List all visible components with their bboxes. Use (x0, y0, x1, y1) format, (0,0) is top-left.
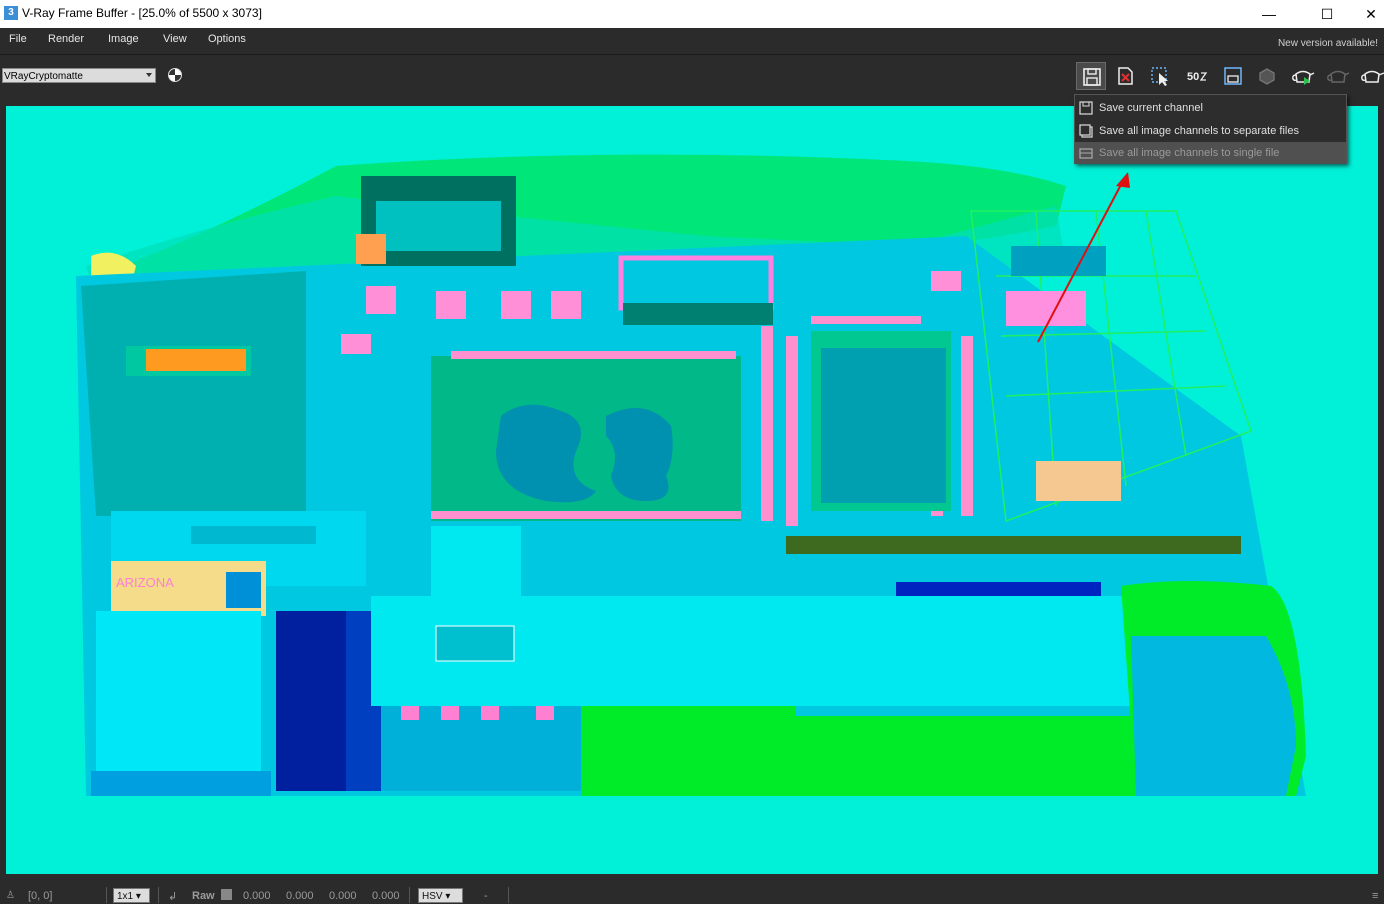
stop-render-button[interactable] (1322, 62, 1352, 90)
divider (409, 887, 410, 903)
lap-pool (821, 348, 946, 503)
olive-strip (786, 536, 1241, 554)
blue-value: 0.000 (329, 890, 357, 902)
divider (158, 887, 159, 903)
alpha-value: 0.000 (372, 890, 400, 902)
minimize-button[interactable]: — (1246, 0, 1292, 28)
save-current-channel-item[interactable]: Save current channel (1075, 97, 1346, 119)
orange-bench (146, 349, 246, 371)
menu-render[interactable]: Render (48, 33, 84, 45)
arizona-window (226, 572, 261, 608)
save-image-button[interactable] (1076, 62, 1106, 90)
kidney-pool-right (606, 408, 673, 501)
zoom-mode-select[interactable]: 1x1 ▾ (113, 888, 150, 903)
clear-image-icon (1118, 67, 1133, 85)
left-tower (96, 611, 261, 791)
channel-toggle-icon[interactable] (168, 68, 182, 82)
render-image: ARIZONA (76, 154, 1306, 796)
annotation-arrowhead (1116, 172, 1130, 188)
bar-kiosk (356, 234, 386, 264)
menu-image[interactable]: Image (108, 33, 139, 45)
track-mouse-icon (1151, 67, 1168, 86)
left-blue-wall (276, 611, 346, 791)
green-value: 0.000 (286, 890, 314, 902)
title-bar: 3 V-Ray Frame Buffer - [25.0% of 5500 x … (0, 0, 1384, 28)
color-swatch (221, 889, 232, 900)
track-mouse-button[interactable] (1145, 62, 1175, 90)
save-single-icon (1079, 101, 1093, 115)
arizona-sign-text: ARIZONA (116, 575, 174, 590)
save-combined-icon (1079, 148, 1093, 159)
entrance-sign (191, 526, 316, 544)
svg-text:50: 50 (1187, 71, 1199, 83)
hsv-readout: - (484, 890, 488, 902)
terrace-upper (431, 526, 521, 601)
menu-options[interactable]: Options (208, 33, 246, 45)
region-render-icon (1224, 67, 1242, 85)
last-render-button[interactable] (1356, 62, 1384, 90)
close-button[interactable]: ✕ (1348, 0, 1384, 28)
color-picker-icon[interactable]: ↲ (168, 890, 177, 903)
clear-image-button[interactable] (1110, 62, 1140, 90)
skylight (435, 625, 515, 662)
red-value: 0.000 (243, 890, 271, 902)
menu-bar: File Render Image View Options New versi… (0, 28, 1384, 55)
window-title: V-Ray Frame Buffer - [25.0% of 5500 x 30… (22, 6, 262, 20)
interactive-render-icon (1259, 68, 1275, 85)
menu-view[interactable]: View (163, 33, 187, 45)
render-button[interactable] (1287, 62, 1317, 90)
save-multiple-icon (1079, 124, 1093, 138)
zoom-50-icon: 50 (1187, 71, 1208, 83)
save-single-file-item[interactable]: Save all image channels to single file (1075, 142, 1346, 164)
greenhouse-roof (1011, 246, 1106, 276)
stage-seating (623, 303, 773, 325)
front-lawn (581, 706, 1141, 796)
left-base (91, 771, 271, 796)
last-render-teapot-icon (1361, 70, 1384, 83)
pixel-info-icon[interactable]: ♙ (6, 890, 15, 901)
render-viewport[interactable]: ARIZONA (6, 106, 1378, 874)
color-space-select[interactable]: HSV ▾ (418, 888, 463, 903)
color-mode-label: Raw (192, 890, 215, 902)
save-icon (1083, 68, 1101, 86)
divider (106, 887, 107, 903)
save-separate-files-item[interactable]: Save all image channels to separate file… (1075, 120, 1346, 142)
coords-readout: [0, 0] (28, 890, 53, 902)
right-building (1131, 636, 1296, 796)
new-version-notice[interactable]: New version available! (1278, 38, 1378, 49)
stop-render-teapot-icon (1327, 70, 1350, 83)
status-bar: ♙ [0, 0] 1x1 ▾ ↲ Raw 0.000 0.000 0.000 0… (0, 876, 1384, 903)
zoom-50-button[interactable]: 50 (1182, 62, 1212, 90)
interactive-render-button[interactable] (1252, 62, 1282, 90)
left-courtyard (81, 271, 306, 516)
bar-interior (376, 201, 501, 251)
channel-select[interactable]: VRayCryptomatte (2, 68, 156, 83)
region-render-button[interactable] (1218, 62, 1248, 90)
divider (508, 887, 509, 903)
greenhouse-pink-area (1006, 291, 1086, 326)
channel-select-value: VRayCryptomatte (4, 71, 83, 82)
menu-lines-icon[interactable]: ≡ (1372, 890, 1378, 902)
maximize-button[interactable]: ☐ (1304, 0, 1350, 28)
menu-file[interactable]: File (9, 33, 27, 45)
render-teapot-icon (1292, 70, 1315, 85)
app-icon: 3 (4, 6, 18, 20)
chevron-down-icon (146, 73, 152, 77)
greenhouse-seating (1036, 461, 1121, 501)
save-dropdown-menu: Save current channel Save all image chan… (1074, 94, 1347, 164)
